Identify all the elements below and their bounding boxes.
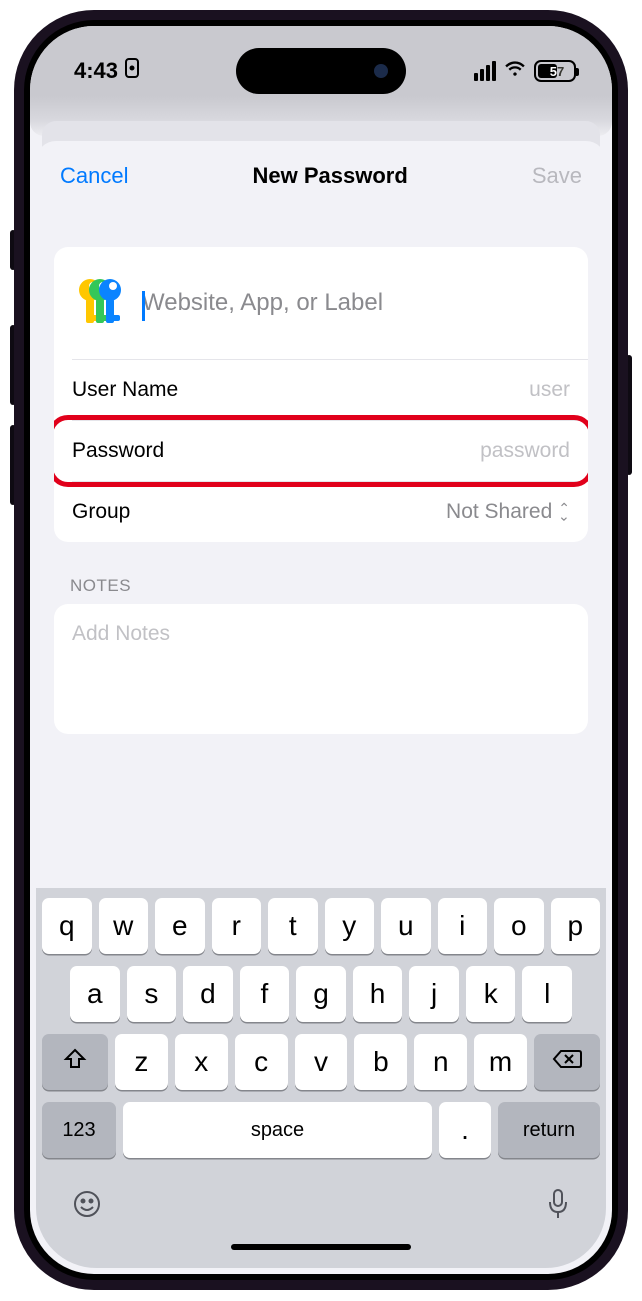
key-g[interactable]: g xyxy=(296,966,346,1022)
phone-frame: 4:43 57 xyxy=(14,10,628,1290)
key-q[interactable]: q xyxy=(42,898,92,954)
dynamic-island xyxy=(236,48,406,94)
key-n[interactable]: n xyxy=(414,1034,467,1090)
emoji-key[interactable] xyxy=(72,1189,102,1227)
text-cursor xyxy=(142,291,145,321)
key-c[interactable]: c xyxy=(235,1034,288,1090)
notes-card xyxy=(54,604,588,734)
battery-icon: 57 xyxy=(534,60,576,82)
home-indicator[interactable] xyxy=(231,1244,411,1250)
backspace-icon xyxy=(552,1046,582,1078)
key-x[interactable]: x xyxy=(175,1034,228,1090)
page-title: New Password xyxy=(253,163,408,189)
key-l[interactable]: l xyxy=(522,966,572,1022)
key-e[interactable]: e xyxy=(155,898,205,954)
shift-key[interactable] xyxy=(42,1034,108,1090)
username-label: User Name xyxy=(72,378,178,402)
save-button[interactable]: Save xyxy=(532,163,582,189)
battery-level: 57 xyxy=(538,64,576,79)
key-h[interactable]: h xyxy=(353,966,403,1022)
password-placeholder: password xyxy=(480,439,570,463)
key-k[interactable]: k xyxy=(466,966,516,1022)
passwords-app-icon xyxy=(72,277,124,329)
group-value: Not Shared xyxy=(446,500,552,524)
username-placeholder: user xyxy=(529,378,570,402)
key-b[interactable]: b xyxy=(354,1034,407,1090)
keyboard: qwertyuiop asdfghjkl zxcvbnm xyxy=(36,888,606,1268)
return-key[interactable]: return xyxy=(498,1102,600,1158)
key-m[interactable]: m xyxy=(474,1034,527,1090)
key-w[interactable]: w xyxy=(99,898,149,954)
cellular-signal-icon xyxy=(474,61,496,81)
nav-bar: Cancel New Password Save xyxy=(36,141,606,207)
unfold-icon: ⌃⌃ xyxy=(558,506,570,517)
key-i[interactable]: i xyxy=(438,898,488,954)
key-f[interactable]: f xyxy=(240,966,290,1022)
space-key[interactable]: space xyxy=(123,1102,432,1158)
numbers-key[interactable]: 123 xyxy=(42,1102,116,1158)
password-row[interactable]: Password password xyxy=(54,421,588,481)
portrait-lock-icon xyxy=(124,58,140,84)
key-a[interactable]: a xyxy=(70,966,120,1022)
key-s[interactable]: s xyxy=(127,966,177,1022)
backspace-key[interactable] xyxy=(534,1034,600,1090)
password-label: Password xyxy=(72,439,164,463)
key-v[interactable]: v xyxy=(295,1034,348,1090)
key-j[interactable]: j xyxy=(409,966,459,1022)
key-d[interactable]: d xyxy=(183,966,233,1022)
notes-input[interactable] xyxy=(72,622,570,670)
notes-header: NOTES xyxy=(70,576,588,596)
key-u[interactable]: u xyxy=(381,898,431,954)
key-p[interactable]: p xyxy=(551,898,601,954)
key-z[interactable]: z xyxy=(115,1034,168,1090)
new-password-sheet: Cancel New Password Save xyxy=(36,141,606,1268)
dictation-key[interactable] xyxy=(546,1188,570,1228)
key-y[interactable]: y xyxy=(325,898,375,954)
key-r[interactable]: r xyxy=(212,898,262,954)
group-row[interactable]: Group Not Shared ⌃⌃ xyxy=(54,482,588,542)
group-label: Group xyxy=(72,500,130,524)
cancel-button[interactable]: Cancel xyxy=(60,163,128,189)
wifi-icon xyxy=(504,57,526,85)
shift-icon xyxy=(63,1046,87,1078)
username-row[interactable]: User Name user xyxy=(54,360,588,420)
status-time: 4:43 xyxy=(74,58,118,84)
period-key[interactable]: . xyxy=(439,1102,491,1158)
key-o[interactable]: o xyxy=(494,898,544,954)
key-t[interactable]: t xyxy=(268,898,318,954)
title-input[interactable] xyxy=(142,289,570,317)
credentials-card: User Name user Password password Group xyxy=(54,247,588,542)
